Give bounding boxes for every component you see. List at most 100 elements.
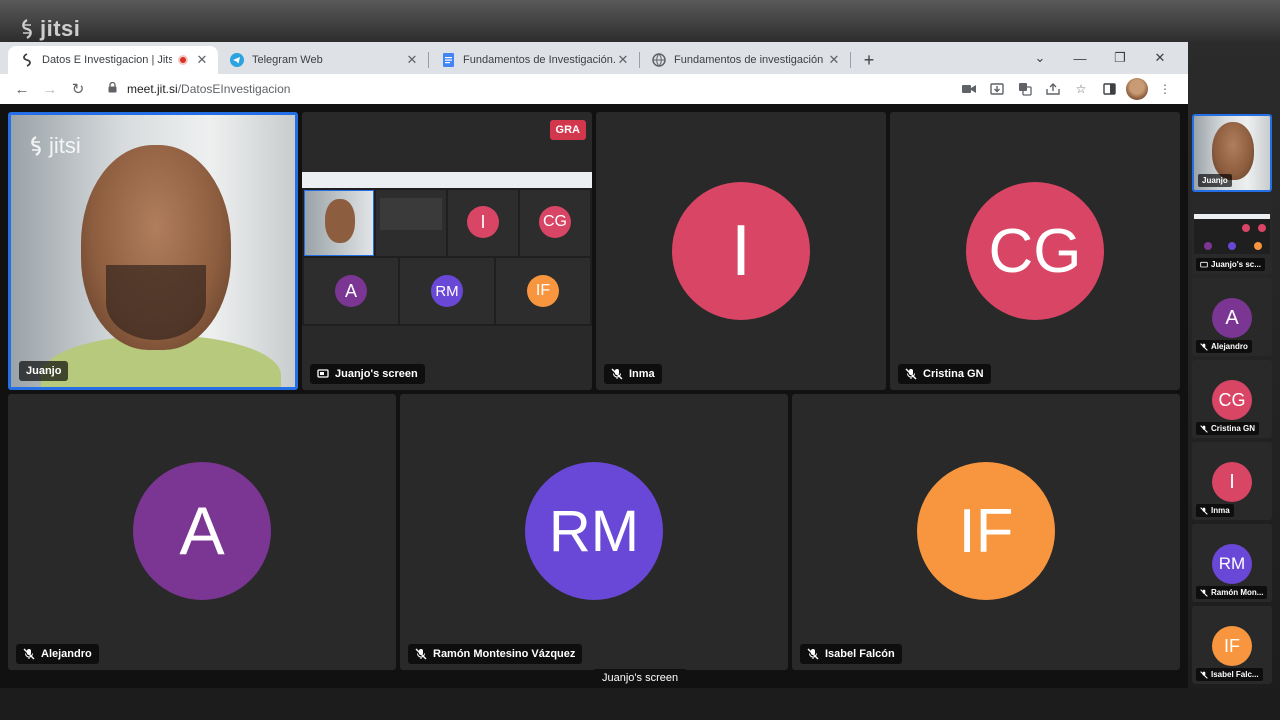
- camera-icon[interactable]: [958, 78, 980, 100]
- participant-avatar: RM: [525, 462, 663, 600]
- telegram-favicon-icon: [230, 53, 244, 67]
- side-panel-icon[interactable]: [1098, 78, 1120, 100]
- tile-jitsi-logo: jitsi: [27, 133, 81, 159]
- filmstrip-label: Cristina GN: [1196, 422, 1260, 435]
- screen-share-preview: I CG A RM IF: [302, 172, 592, 326]
- lock-icon: [108, 81, 117, 96]
- jitsi-favicon-icon: [20, 53, 34, 67]
- mini-tile-cg: CG: [520, 190, 590, 256]
- participant-name: Juanjo: [26, 365, 62, 377]
- tab-close-icon[interactable]: ✕: [826, 52, 842, 68]
- filmstrip-name: Juanjo's sc...: [1211, 260, 1261, 269]
- back-icon[interactable]: ←: [8, 76, 36, 102]
- participant-name-label: Juanjo's screen: [310, 364, 425, 384]
- screen-share-icon: [1200, 261, 1208, 269]
- mini-tile-rm: RM: [400, 258, 494, 324]
- participant-tile-screen[interactable]: GRA I CG A RM IF Juanjo's screen: [302, 112, 592, 390]
- forward-icon[interactable]: →: [36, 76, 64, 102]
- tab-close-icon[interactable]: ✕: [404, 52, 420, 68]
- mini-video-tile: [304, 190, 374, 256]
- participant-tile-ramon[interactable]: RM Ramón Montesino Vázquez: [400, 394, 788, 670]
- participant-name: Alejandro: [41, 648, 92, 660]
- filmstrip-tile-alejandro[interactable]: A Alejandro: [1192, 278, 1272, 356]
- mini-tile-a: A: [304, 258, 398, 324]
- filmstrip-avatar: RM: [1212, 544, 1252, 584]
- tab-search-icon[interactable]: ⌄: [1020, 46, 1060, 70]
- participant-name-label: Isabel Falcón: [800, 644, 902, 664]
- menu-kebab-icon[interactable]: ⋮: [1154, 78, 1176, 100]
- mic-muted-icon: [1200, 342, 1208, 351]
- video-face: [1212, 122, 1254, 180]
- minimize-icon[interactable]: —: [1060, 46, 1100, 70]
- participant-name-label: Cristina GN: [898, 364, 991, 384]
- tab-close-icon[interactable]: ✕: [194, 52, 210, 68]
- tab-docs[interactable]: Fundamentos de Investigación. T ✕: [429, 46, 639, 74]
- mic-muted-icon: [1200, 506, 1208, 515]
- participant-tile-inma[interactable]: I Inma: [596, 112, 886, 390]
- mic-muted-icon: [611, 368, 623, 380]
- tab-close-icon[interactable]: ✕: [615, 52, 631, 68]
- reload-icon[interactable]: ↻: [64, 76, 92, 102]
- participant-tile-alejandro[interactable]: A Alejandro: [8, 394, 396, 670]
- mini-avatar: RM: [431, 275, 463, 307]
- url-path: /DatosEInvestigacion: [177, 82, 291, 96]
- browser-toolbar: ← → ↻ meet.jit.si/DatosEInvestigacion ☆ …: [0, 74, 1188, 104]
- install-app-icon[interactable]: [986, 78, 1008, 100]
- participant-name: Isabel Falcón: [825, 648, 895, 660]
- participant-name: Juanjo's screen: [335, 368, 418, 380]
- new-tab-button[interactable]: +: [855, 46, 883, 74]
- jitsi-logo-icon: [22, 19, 32, 39]
- mini-tile-i: I: [448, 190, 518, 256]
- participant-name: Ramón Montesino Vázquez: [433, 648, 576, 660]
- mic-muted-icon: [1200, 670, 1208, 679]
- url-host: meet.jit.si: [127, 82, 178, 96]
- filmstrip-label: Juanjo's sc...: [1196, 258, 1265, 271]
- filmstrip-tile-screen[interactable]: Juanjo's sc...: [1192, 196, 1272, 274]
- filmstrip-label: Ramón Mon...: [1196, 586, 1268, 599]
- screen-share-icon: [317, 368, 329, 380]
- address-bar[interactable]: meet.jit.si/DatosEInvestigacion: [98, 77, 958, 101]
- mic-muted-icon: [905, 368, 917, 380]
- tab-title: Datos E Investigacion | Jitsi M: [42, 54, 172, 66]
- recording-indicator-icon: [178, 55, 188, 65]
- filmstrip-label: Inma: [1196, 504, 1234, 517]
- filmstrip-tile-inma[interactable]: I Inma: [1192, 442, 1272, 520]
- filmstrip-tile-juanjo[interactable]: Juanjo: [1192, 114, 1272, 192]
- mini-avatar: I: [467, 206, 499, 238]
- tab-strip: Datos E Investigacion | Jitsi M ✕ Telegr…: [0, 42, 1188, 74]
- participant-name-label: Inma: [604, 364, 662, 384]
- participant-tile-juanjo[interactable]: jitsi Juanjo: [8, 112, 298, 390]
- bookmark-star-icon[interactable]: ☆: [1070, 78, 1092, 100]
- mini-avatar: CG: [539, 206, 571, 238]
- filmstrip-tile-isabel[interactable]: IF Isabel Falc...: [1192, 606, 1272, 684]
- close-window-icon[interactable]: ✕: [1140, 46, 1180, 70]
- filmstrip-name: Ramón Mon...: [1211, 588, 1264, 597]
- tab-title: Telegram Web: [252, 54, 323, 66]
- tab-telegram[interactable]: Telegram Web ✕: [218, 46, 428, 74]
- participant-name: Inma: [629, 368, 655, 380]
- tab-web[interactable]: Fundamentos de investigación e ✕: [640, 46, 850, 74]
- participant-tile-isabel[interactable]: IF Isabel Falcón: [792, 394, 1180, 670]
- participant-tile-cristina[interactable]: CG Cristina GN: [890, 112, 1180, 390]
- tab-jitsi[interactable]: Datos E Investigacion | Jitsi M ✕: [8, 46, 218, 74]
- mic-muted-icon: [23, 648, 35, 660]
- profile-avatar[interactable]: [1126, 78, 1148, 100]
- recording-badge: GRA: [549, 120, 586, 140]
- translate-icon[interactable]: [1014, 78, 1036, 100]
- filmstrip-tile-cristina[interactable]: CG Cristina GN: [1192, 360, 1272, 438]
- participant-avatar: IF: [917, 462, 1055, 600]
- share-icon[interactable]: [1042, 78, 1064, 100]
- mini-screen-tile: [376, 190, 446, 256]
- filmstrip-name: Isabel Falc...: [1211, 670, 1259, 679]
- window-controls: ⌄ — ❐ ✕: [1020, 46, 1180, 70]
- toolbar-icons: ☆ ⋮: [958, 78, 1176, 100]
- filmstrip-avatar: I: [1212, 462, 1252, 502]
- browser-chrome: Datos E Investigacion | Jitsi M ✕ Telegr…: [0, 42, 1188, 104]
- mic-muted-icon: [415, 648, 427, 660]
- filmstrip-name: Inma: [1211, 506, 1230, 515]
- mic-muted-icon: [807, 648, 819, 660]
- filmstrip-avatar: A: [1212, 298, 1252, 338]
- filmstrip-tile-ramon[interactable]: RM Ramón Mon...: [1192, 524, 1272, 602]
- restore-icon[interactable]: ❐: [1100, 46, 1140, 70]
- mini-browser-bar: [302, 172, 592, 188]
